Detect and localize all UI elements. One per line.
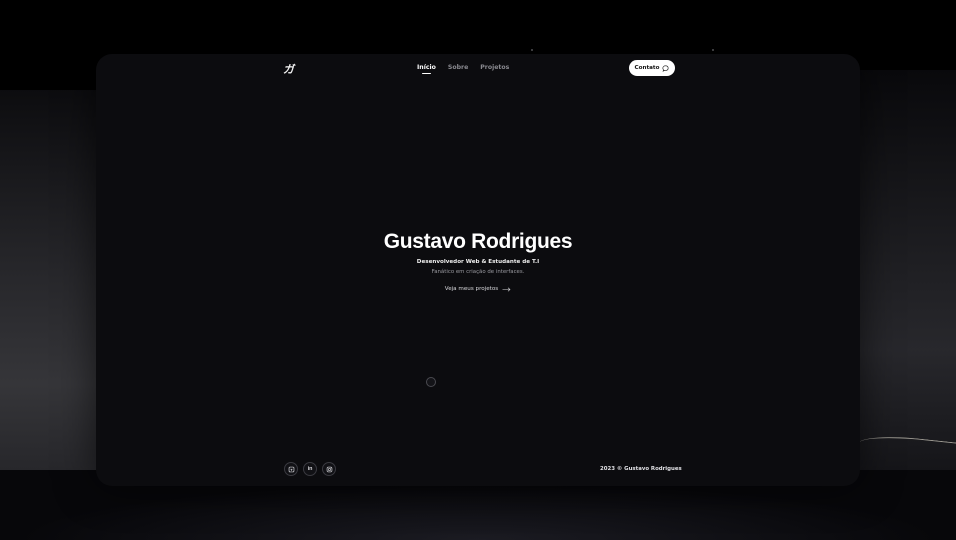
view-projects-label: Veja meus projetos: [444, 286, 499, 292]
scroll-indicator[interactable]: [426, 377, 436, 387]
copyright-text: 2023 © Gustavo Rodrigues: [600, 466, 682, 472]
portfolio-window: ガ Início Sobre Projetos Contato Gustavo …: [96, 54, 860, 486]
hero-tagline: Fanático em criação de interfaces.: [431, 269, 525, 275]
desktop-backdrop: ガ Início Sobre Projetos Contato Gustavo …: [0, 0, 956, 540]
github-link[interactable]: [284, 462, 298, 476]
nav-link-projetos[interactable]: Projetos: [480, 64, 509, 71]
github-icon: [288, 466, 294, 472]
hero-title: Gustavo Rodrigues: [383, 230, 573, 253]
site-logo[interactable]: ガ: [283, 61, 294, 77]
nav-links: Início Sobre Projetos: [417, 64, 509, 74]
linkedin-icon: in: [307, 466, 313, 472]
hero-role: Desenvolvedor Web & Estudante de T.I: [416, 259, 540, 265]
social-links: in: [284, 462, 336, 476]
backdrop-dot: [712, 49, 714, 51]
nav-link-inicio[interactable]: Início: [417, 64, 436, 74]
instagram-link[interactable]: [322, 462, 336, 476]
nav-link-sobre[interactable]: Sobre: [448, 64, 468, 71]
top-navigation: ガ Início Sobre Projetos Contato: [96, 54, 860, 82]
arrow-right-icon: [502, 287, 511, 291]
contact-button[interactable]: Contato: [629, 60, 675, 76]
hero-section: Gustavo Rodrigues Desenvolvedor Web & Es…: [96, 230, 860, 294]
linkedin-link[interactable]: in: [303, 462, 317, 476]
backdrop-dot: [531, 49, 533, 51]
chat-bubble-icon: [662, 65, 669, 72]
instagram-icon: [326, 466, 332, 472]
view-projects-link[interactable]: Veja meus projetos: [445, 286, 511, 292]
contact-button-label: Contato: [634, 65, 660, 71]
